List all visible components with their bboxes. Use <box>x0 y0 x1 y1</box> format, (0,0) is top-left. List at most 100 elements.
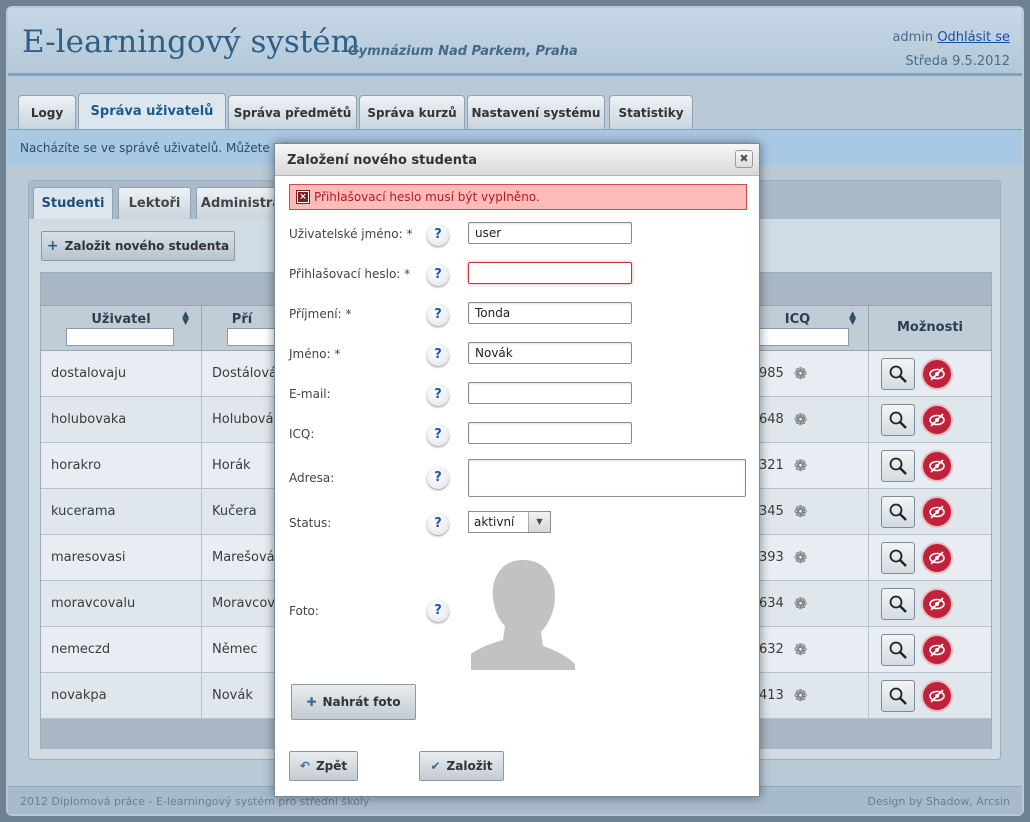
help-icon[interactable]: ? <box>427 304 449 326</box>
filter-user-input[interactable] <box>66 328 174 346</box>
username-label: admin <box>892 30 934 45</box>
column-icq[interactable]: ICQ ▲ ▼ <box>759 306 869 350</box>
help-icon[interactable]: ? <box>427 384 449 406</box>
email-input[interactable] <box>468 382 632 404</box>
sort-icon[interactable]: ▲ ▼ <box>849 311 856 327</box>
view-user-button[interactable] <box>881 357 915 390</box>
cell-username: nemeczd <box>41 627 202 672</box>
icq-number: 985 <box>759 366 784 381</box>
status-value: aktivní <box>474 515 515 529</box>
cell-options <box>869 489 991 534</box>
magnifier-icon <box>889 503 907 521</box>
cell-options <box>869 351 991 396</box>
name-label: Jméno: * <box>289 347 341 361</box>
upload-photo-button[interactable]: ✚ Nahrát foto <box>291 684 416 720</box>
cell-icq: 413 ❁ <box>759 673 869 718</box>
deactivate-user-button[interactable] <box>921 541 953 574</box>
deactivate-user-button[interactable] <box>921 633 953 666</box>
help-icon[interactable]: ? <box>427 264 449 286</box>
surname-input[interactable] <box>468 302 632 324</box>
help-icon[interactable]: ? <box>427 600 449 622</box>
icq-number: 632 <box>759 642 784 657</box>
avatar-placeholder-icon <box>471 560 575 670</box>
view-user-button[interactable] <box>881 495 915 528</box>
site-subtitle: Gymnázium Nad Parkem, Praha <box>348 44 578 59</box>
column-user[interactable]: Uživatel ▲ ▼ <box>41 306 202 350</box>
cell-username: novakpa <box>41 673 202 718</box>
add-student-button[interactable]: + Založit nového studenta <box>41 231 235 261</box>
tab-statistiky[interactable]: Statistiky <box>609 95 693 129</box>
error-text: Přihlašovací heslo musí být vyplněno. <box>314 190 540 204</box>
tab-sprava-uzivatelu[interactable]: Správa uživatelů <box>78 93 226 129</box>
user-info: admin Odhlásit se Středa 9.5.2012 <box>892 26 1010 74</box>
icq-number: 345 <box>759 504 784 519</box>
filter-icq-input[interactable] <box>759 328 849 346</box>
tab-sprava-kurzu[interactable]: Správa kurzů <box>359 95 465 129</box>
dialog-title: Založení nového studenta <box>275 144 759 176</box>
tab-administratori[interactable]: Administra <box>196 187 286 219</box>
cell-options <box>869 627 991 672</box>
help-icon[interactable]: ? <box>427 467 449 489</box>
cell-username: horakro <box>41 443 202 488</box>
cell-options <box>869 397 991 442</box>
cell-icq: 345 ❁ <box>759 489 869 534</box>
column-surname[interactable]: Pří <box>202 306 282 350</box>
view-user-button[interactable] <box>881 679 915 712</box>
hide-eye-icon <box>929 596 945 611</box>
address-textarea[interactable] <box>468 459 746 497</box>
view-user-button[interactable] <box>881 541 915 574</box>
logout-link[interactable]: Odhlásit se <box>937 30 1010 45</box>
deactivate-user-button[interactable] <box>921 587 953 620</box>
username-input[interactable] <box>468 222 632 244</box>
help-icon[interactable]: ? <box>427 513 449 535</box>
deactivate-user-button[interactable] <box>921 449 953 482</box>
close-icon[interactable]: ✖ <box>735 150 753 168</box>
cell-username: holubovaka <box>41 397 202 442</box>
deactivate-user-button[interactable] <box>921 679 953 712</box>
help-icon[interactable]: ? <box>427 424 449 446</box>
status-select[interactable]: aktivní ▼ <box>468 511 551 533</box>
icq-label: ICQ: <box>289 427 315 441</box>
photo-label: Foto: <box>289 604 319 618</box>
help-icon[interactable]: ? <box>427 224 449 246</box>
create-button[interactable]: ✔ Založit <box>419 751 504 781</box>
view-user-button[interactable] <box>881 633 915 666</box>
tab-logy[interactable]: Logy <box>18 95 76 129</box>
tab-studenti[interactable]: Studenti <box>33 187 113 219</box>
icq-flower-icon: ❁ <box>793 640 808 659</box>
cell-username: maresovasi <box>41 535 202 580</box>
plus-icon: ✚ <box>306 695 317 709</box>
icq-number: 648 <box>759 412 784 427</box>
tab-sprava-predmetu[interactable]: Správa předmětů <box>228 95 357 129</box>
site-title: E-learningový systém <box>22 24 361 60</box>
deactivate-user-button[interactable] <box>921 403 953 436</box>
cell-icq: 393 ❁ <box>759 535 869 580</box>
tab-nastaveni-systemu[interactable]: Nastavení systému <box>467 95 605 129</box>
view-user-button[interactable] <box>881 587 915 620</box>
cell-icq: 648 ❁ <box>759 397 869 442</box>
footer-credits: Design by Shadow, Arcsin <box>867 795 1010 808</box>
create-label: Založit <box>446 759 493 773</box>
status-label: Status: <box>289 516 332 530</box>
name-input[interactable] <box>468 342 632 364</box>
hide-eye-icon <box>929 366 945 381</box>
surname-label: Příjmení: * <box>289 307 352 321</box>
upload-photo-label: Nahrát foto <box>322 695 401 709</box>
sort-icon[interactable]: ▲ ▼ <box>182 311 189 327</box>
cell-icq: 985 ❁ <box>759 351 869 396</box>
back-button[interactable]: ↶ Zpět <box>289 751 358 781</box>
icq-input[interactable] <box>468 422 632 444</box>
magnifier-icon <box>889 549 907 567</box>
cell-icq: 634 ❁ <box>759 581 869 626</box>
hide-eye-icon <box>929 412 945 427</box>
tab-lektori[interactable]: Lektoři <box>118 187 191 219</box>
icq-flower-icon: ❁ <box>793 410 808 429</box>
password-input[interactable] <box>468 262 632 284</box>
deactivate-user-button[interactable] <box>921 495 953 528</box>
deactivate-user-button[interactable] <box>921 357 953 390</box>
view-user-button[interactable] <box>881 449 915 482</box>
view-user-button[interactable] <box>881 403 915 436</box>
icq-flower-icon: ❁ <box>793 686 808 705</box>
help-icon[interactable]: ? <box>427 344 449 366</box>
column-user-label: Uživatel <box>91 312 151 327</box>
